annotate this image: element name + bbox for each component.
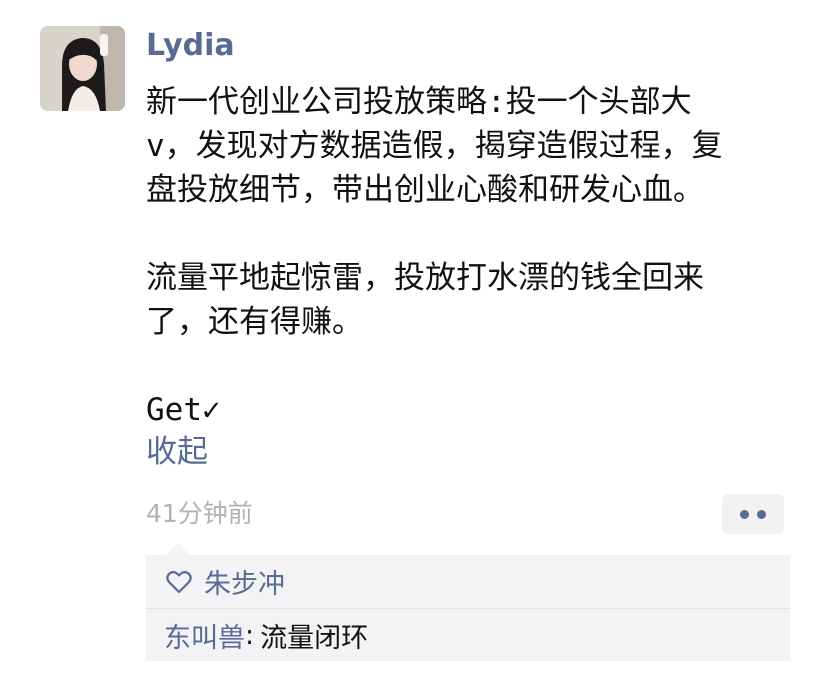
post-text: 新一代创业公司投放策略:投一个头部大 v，发现对方数据造假，揭穿造假过程，复 盘…: [146, 84, 723, 428]
collapse-link[interactable]: 收起: [146, 430, 208, 474]
comment-separator: :: [245, 619, 255, 651]
comment-text: 流量闭环: [260, 622, 369, 654]
post-timestamp: 41分钟前: [146, 499, 253, 528]
heart-icon: [166, 570, 192, 594]
more-dots-icon: [757, 509, 766, 519]
likes-comments-panel: 朱步冲 东叫兽 : 流量闭环: [146, 555, 790, 661]
comment-author[interactable]: 东叫兽: [164, 616, 245, 655]
comment-item[interactable]: 东叫兽 : 流量闭环: [146, 609, 790, 661]
more-dots-icon: [740, 509, 749, 519]
like-user-name[interactable]: 朱步冲: [204, 562, 285, 601]
avatar-image: [40, 26, 125, 111]
author-avatar[interactable]: [40, 26, 125, 111]
likes-row: 朱步冲: [146, 555, 790, 608]
panel-pointer: [166, 543, 190, 555]
more-actions-button[interactable]: [722, 494, 784, 534]
author-name[interactable]: Lydia: [146, 26, 235, 66]
